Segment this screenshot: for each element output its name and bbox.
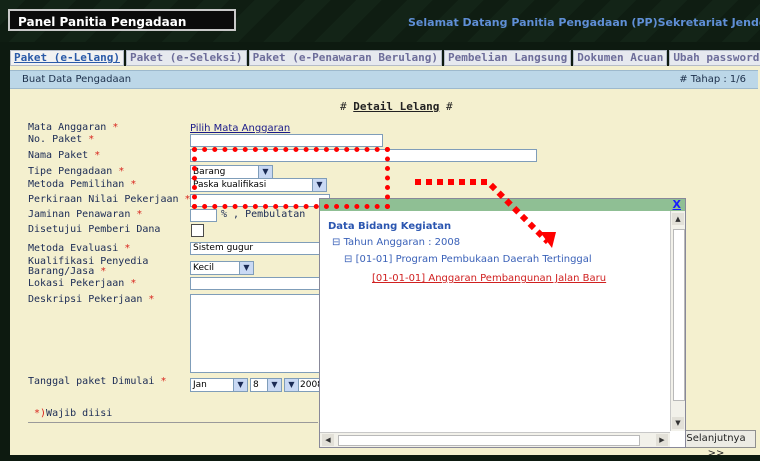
required-note: *)Wajib diisi xyxy=(34,408,113,419)
scroll-right-icon[interactable]: ▶ xyxy=(656,434,668,446)
perkiraan-nilai-input[interactable] xyxy=(190,194,330,207)
chevron-down-icon: ▼ xyxy=(285,379,299,391)
label-disetujui: Disetujui Pemberi Dana xyxy=(28,224,161,235)
deskripsi-textarea[interactable] xyxy=(190,294,322,373)
label-tipe-pengadaan: Tipe Pengadaan * xyxy=(28,166,125,177)
chevron-down-icon: ▼ xyxy=(267,379,281,391)
pilih-mata-anggaran-link[interactable]: Pilih Mata Anggaran xyxy=(190,123,290,134)
label-jaminan-penawaran: Jaminan Penawaran * xyxy=(28,209,143,220)
tree-node-anggaran[interactable]: [01-01-01] Anggaran Pembangunan Jalan Ba… xyxy=(372,273,606,284)
app-header: Panel Panitia Pengadaan Selamat Datang P… xyxy=(0,0,760,42)
tab-pembelian-langsung[interactable]: Pembelian Langsung xyxy=(444,50,572,66)
subheader-bar: Buat Data Pengadaan # Tahap : 1/6 xyxy=(10,70,758,89)
divider xyxy=(28,422,318,423)
section-title: # Detail Lelang # xyxy=(340,100,453,113)
label-mata-anggaran: Mata Anggaran * xyxy=(28,122,119,133)
lokasi-input[interactable] xyxy=(190,277,330,290)
chevron-down-icon: ▼ xyxy=(258,166,272,178)
jaminan-suffix: % , Pembulatan xyxy=(221,209,306,220)
step-indicator: # Tahap : 1/6 xyxy=(679,74,746,85)
no-paket-input[interactable] xyxy=(190,134,383,147)
scroll-thumb-h[interactable] xyxy=(338,435,640,446)
tab-ubah-password[interactable]: Ubah password xyxy=(669,50,760,66)
tree-expander-icon: ⊟ xyxy=(332,237,341,248)
metoda-evaluasi-input[interactable]: Sistem gugur xyxy=(190,242,330,255)
next-button[interactable]: Selanjutnya >> xyxy=(676,430,756,459)
scroll-up-icon[interactable]: ▲ xyxy=(672,213,684,225)
nama-paket-input[interactable] xyxy=(190,149,537,162)
tab-dokumen-acuan[interactable]: Dokumen Acuan xyxy=(573,50,668,66)
jaminan-input[interactable] xyxy=(190,209,217,222)
chevron-down-icon: ▼ xyxy=(239,262,253,274)
tanggal-bulan-select[interactable]: Jan ▼ xyxy=(190,378,248,392)
popup-title: Data Bidang Kegiatan xyxy=(328,221,452,232)
popup-header: X xyxy=(320,198,685,211)
tree-node-program[interactable]: ⊟ [01-01] Program Pembukaan Daerah Terti… xyxy=(344,254,592,265)
tab-e-penawaran-berulang[interactable]: Paket (e-Penawaran Berulang) xyxy=(248,50,442,66)
panel-title: Panel Panitia Pengadaan xyxy=(8,9,236,31)
scroll-left-icon[interactable]: ◀ xyxy=(322,434,334,446)
label-lokasi: Lokasi Pekerjaan * xyxy=(28,278,137,289)
scroll-down-icon[interactable]: ▼ xyxy=(672,417,684,429)
scroll-thumb[interactable] xyxy=(673,229,685,401)
vertical-scrollbar[interactable]: ▲ ▼ xyxy=(670,211,685,431)
label-no-paket: No. Paket * xyxy=(28,134,95,145)
section-title-text: Detail Lelang xyxy=(353,100,440,113)
tab-e-seleksi[interactable]: Paket (e-Seleksi) xyxy=(125,50,247,66)
disetujui-checkbox[interactable] xyxy=(191,224,204,237)
label-nama-paket: Nama Paket * xyxy=(28,150,101,161)
label-deskripsi: Deskripsi Pekerjaan * xyxy=(28,294,155,305)
main-content: Buat Data Pengadaan # Tahap : 1/6 # Deta… xyxy=(10,66,760,459)
chevron-down-icon: ▼ xyxy=(312,179,326,191)
tanggal-hari-select[interactable]: 8 ▼ xyxy=(250,378,282,392)
metoda-pemilihan-select[interactable]: Paska kualifikasi ▼ xyxy=(190,178,327,192)
tab-e-lelang[interactable]: Paket (e-Lelang) xyxy=(10,50,124,66)
subheader-title: Buat Data Pengadaan xyxy=(22,74,132,85)
label-barang-jasa: Barang/Jasa * xyxy=(28,266,107,277)
label-metoda-pemilihan: Metoda Pemilihan * xyxy=(28,179,137,190)
tree-node-tahun[interactable]: ⊟ Tahun Anggaran : 2008 xyxy=(332,237,460,248)
label-perkiraan-nilai: Perkiraan Nilai Pekerjaan * xyxy=(28,194,191,205)
tab-bar: Paket (e-Lelang) Paket (e-Seleksi) Paket… xyxy=(10,50,760,66)
label-tanggal: Tanggal paket Dimulai * xyxy=(28,376,167,387)
horizontal-scrollbar[interactable]: ◀ ▶ xyxy=(320,432,670,447)
kualifikasi-select[interactable]: Kecil ▼ xyxy=(190,261,254,275)
close-button[interactable]: X xyxy=(673,198,681,211)
data-bidang-popup: X Data Bidang Kegiatan ⊟ Tahun Anggaran … xyxy=(319,198,686,448)
tree-expander-icon: ⊟ xyxy=(344,254,353,265)
welcome-text: Selamat Datang Panitia Pengadaan (PP)Sek… xyxy=(408,16,760,29)
label-metoda-evaluasi: Metoda Evaluasi * xyxy=(28,243,131,254)
chevron-down-icon: ▼ xyxy=(233,379,247,391)
tipe-pengadaan-select[interactable]: Barang ▼ xyxy=(190,165,273,179)
